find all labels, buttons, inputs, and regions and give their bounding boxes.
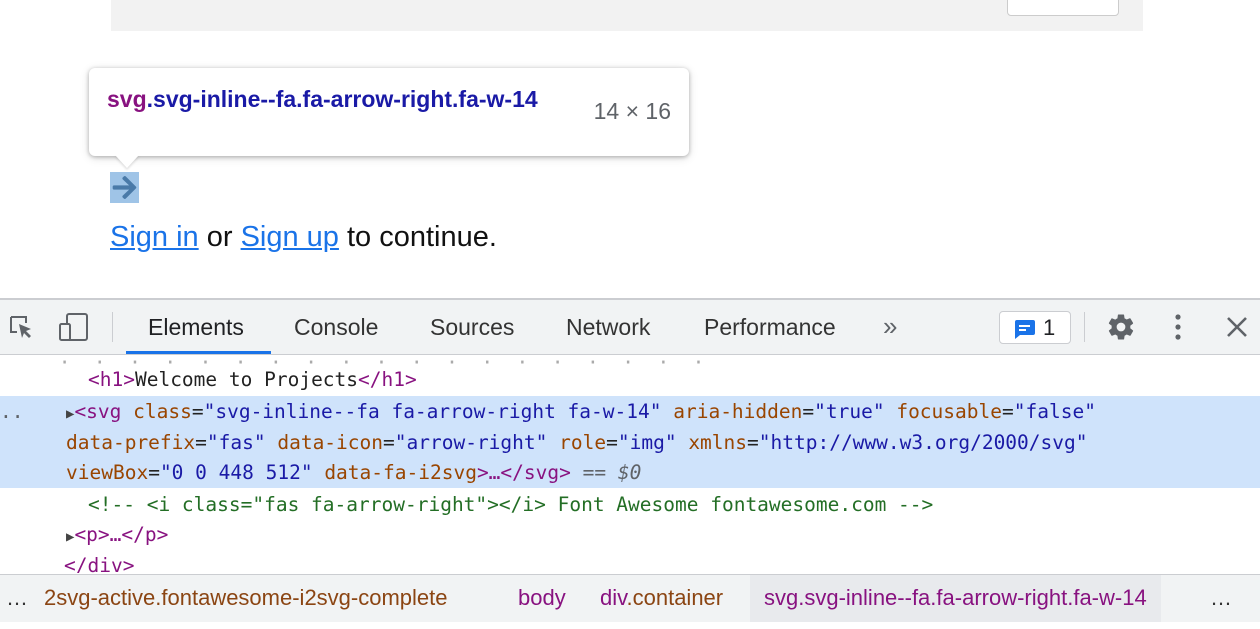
continue-text: to continue. xyxy=(338,221,497,253)
dom-line-svg-1[interactable]: ▶<svg class="svg-inline--fa fa-arrow-rig… xyxy=(66,396,1260,427)
breadcrumb-tag: body xyxy=(518,585,566,610)
breadcrumb-item-container[interactable]: div.container xyxy=(600,575,723,622)
dom-line-h1[interactable]: <h1>Welcome to Projects</h1> xyxy=(88,364,1260,395)
svg-close-tag: >…</svg> xyxy=(476,461,571,484)
issues-count: 1 xyxy=(1043,315,1056,340)
tab-network[interactable]: Network xyxy=(566,300,650,355)
dom-line-comment[interactable]: <!-- <i class="fas fa-arrow-right"></i> … xyxy=(88,489,1260,520)
active-tab-indicator xyxy=(126,351,271,354)
kebab-menu-icon[interactable] xyxy=(1168,312,1188,342)
bottom-strip xyxy=(0,622,1260,629)
h1-text: Welcome to Projects xyxy=(134,368,359,391)
breadcrumb-scroll-left[interactable]: … xyxy=(6,575,28,622)
sign-in-link[interactable]: Sign in xyxy=(110,221,199,253)
dom-line-p[interactable]: ▶<p>…</p> xyxy=(66,519,1260,550)
arrow-right-icon xyxy=(112,175,137,200)
tooltip-tag: svg xyxy=(107,86,147,112)
devtools-panel: Elements Console Sources Network Perform… xyxy=(0,298,1260,629)
attr-name: data-prefix xyxy=(66,431,196,454)
breadcrumb-scroll-right[interactable]: … xyxy=(1210,575,1232,622)
breadcrumb-class: .container xyxy=(626,585,724,610)
tooltip-selector: svg.svg-inline--fa.fa-arrow-right.fa-w-1… xyxy=(107,84,577,114)
attr-name: class xyxy=(133,400,192,423)
dom-line-div-close[interactable]: </div> xyxy=(64,550,1260,573)
toolbar-separator xyxy=(1084,312,1085,342)
tooltip-dimensions: 14 × 16 xyxy=(593,98,671,124)
page-viewport: svg.svg-inline--fa.fa-arrow-right.fa-w-1… xyxy=(0,0,1260,298)
breadcrumb-item-svg[interactable]: svg.svg-inline--fa.fa-arrow-right.fa-w-1… xyxy=(750,575,1161,622)
issues-chat-icon xyxy=(1015,320,1035,339)
attr-name: focusable xyxy=(896,400,1002,423)
attr-value: "fas" xyxy=(206,431,266,454)
breadcrumb-class: .svg-inline--fa.fa-arrow-right.fa-w-14 xyxy=(798,585,1147,610)
tooltip-classes: .svg-inline--fa.fa-arrow-right.fa-w-14 xyxy=(146,86,538,112)
attr-value: "svg-inline--fa fa-arrow-right fa-w-14" xyxy=(203,400,662,423)
devtools-toolbar: Elements Console Sources Network Perform… xyxy=(0,300,1260,355)
h1-close-tag: </h1> xyxy=(358,368,417,391)
svg-open-tag: <svg xyxy=(74,400,122,423)
toolbar-separator xyxy=(112,312,113,342)
device-toolbar-icon[interactable] xyxy=(57,312,91,342)
breadcrumb: … 2svg-active.fontawesome-i2svg-complete… xyxy=(0,574,1260,622)
attr-value: "arrow-right" xyxy=(394,431,548,454)
close-icon[interactable] xyxy=(1222,312,1252,342)
attr-name: xmlns xyxy=(688,431,748,454)
dom-line-svg-2[interactable]: data-prefix="fas" data-icon="arrow-right… xyxy=(66,427,1260,458)
dom-line-svg-3[interactable]: viewBox="0 0 448 512" data-fa-i2svg>…</s… xyxy=(66,457,1260,488)
breadcrumb-class: 2svg-active.fontawesome-i2svg-complete xyxy=(44,585,448,610)
tab-elements[interactable]: Elements xyxy=(148,300,244,355)
tab-console[interactable]: Console xyxy=(294,300,378,355)
breadcrumb-tag: div xyxy=(600,585,627,610)
highlighted-element[interactable] xyxy=(110,172,139,203)
gear-icon[interactable] xyxy=(1105,312,1137,342)
attr-name: role xyxy=(559,431,607,454)
dom-tree: · · · · · · · · · · · · · · · · · · · <h… xyxy=(0,356,1260,573)
attr-name: aria-hidden xyxy=(673,400,803,423)
top-panel xyxy=(111,0,1143,31)
attr-name: data-fa-i2svg xyxy=(324,461,477,484)
sign-up-link[interactable]: Sign up xyxy=(241,221,339,253)
attr-value: "0 0 448 512" xyxy=(159,461,313,484)
top-panel-button[interactable] xyxy=(1007,0,1119,16)
attr-value: "false" xyxy=(1013,400,1096,423)
tooltip-pointer xyxy=(115,155,139,168)
or-text: or xyxy=(198,221,241,253)
breadcrumb-item-body[interactable]: body xyxy=(518,575,566,622)
attr-name: viewBox xyxy=(66,461,149,484)
breadcrumb-item-html[interactable]: 2svg-active.fontawesome-i2svg-complete xyxy=(44,575,448,622)
attr-value: "img" xyxy=(617,431,677,454)
inspect-tooltip: svg.svg-inline--fa.fa-arrow-right.fa-w-1… xyxy=(89,68,689,168)
h1-open-tag: <h1> xyxy=(88,368,135,391)
breadcrumb-tag: svg xyxy=(764,585,799,610)
more-tabs-button[interactable]: » xyxy=(883,300,897,355)
tab-sources[interactable]: Sources xyxy=(430,300,514,355)
inspect-element-icon[interactable] xyxy=(6,312,36,342)
p-tag: <p>…</p> xyxy=(74,523,169,546)
attr-value: "true" xyxy=(814,400,885,423)
issues-button[interactable]: 1 xyxy=(999,311,1071,344)
attr-value: "http://www.w3.org/2000/svg" xyxy=(758,431,1088,454)
tab-performance[interactable]: Performance xyxy=(704,300,836,355)
console-ref-marker: == $0 xyxy=(582,461,642,484)
signin-prompt: Sign in or Sign up to continue. xyxy=(110,218,497,256)
attr-name: data-icon xyxy=(277,431,384,454)
